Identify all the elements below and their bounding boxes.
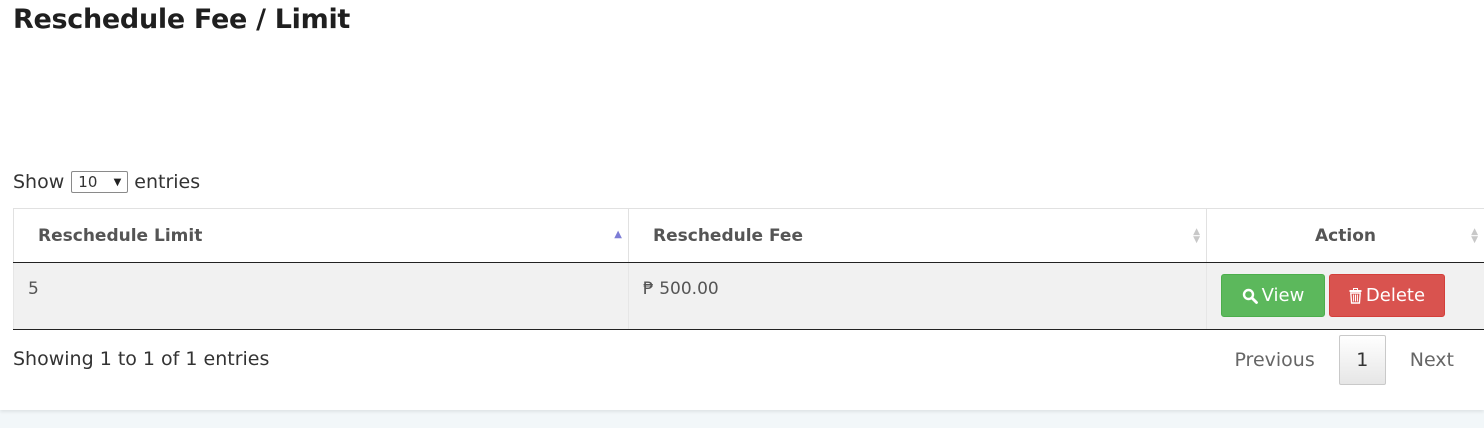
- pagination: Previous 1 Next: [1218, 335, 1470, 385]
- column-header-action[interactable]: Action ▲ ▼: [1206, 208, 1484, 263]
- entries-select-value: 10: [78, 173, 98, 191]
- reschedule-fee-value: ₱ 500.00: [643, 279, 719, 299]
- cell-action: View Delete: [1206, 262, 1484, 330]
- show-label: Show: [13, 171, 65, 193]
- table-info: Showing 1 to 1 of 1 entries: [13, 348, 270, 370]
- pagination-page-1[interactable]: 1: [1338, 335, 1386, 385]
- sort-both-icon: ▲ ▼: [1193, 226, 1200, 245]
- entries-length-control: Show 10 ▼ entries: [13, 171, 200, 193]
- table-row: 5 ₱ 500.00 View Delete: [13, 262, 1484, 330]
- entries-select[interactable]: 10 ▼: [71, 171, 129, 193]
- action-buttons: View Delete: [1221, 263, 1470, 317]
- cell-reschedule-limit: 5: [13, 262, 629, 330]
- pagination-next[interactable]: Next: [1394, 349, 1470, 371]
- column-header-reschedule-limit[interactable]: Reschedule Limit ▲: [13, 208, 629, 263]
- sort-both-icon: ▲ ▼: [1471, 226, 1478, 245]
- delete-button[interactable]: Delete: [1329, 274, 1445, 317]
- reschedule-table: Reschedule Limit ▲ Reschedule Fee ▲ ▼ Act…: [13, 208, 1484, 330]
- trash-icon: [1349, 287, 1362, 304]
- view-button[interactable]: View: [1221, 274, 1325, 317]
- content-panel: Reschedule Fee / Limit Show 10 ▼ entries…: [0, 0, 1484, 410]
- column-header-label: Action: [1315, 225, 1376, 246]
- reschedule-limit-value: 5: [28, 279, 39, 299]
- table-header-row: Reschedule Limit ▲ Reschedule Fee ▲ ▼ Act…: [13, 208, 1484, 263]
- delete-button-label: Delete: [1365, 285, 1426, 306]
- column-header-label: Reschedule Fee: [653, 225, 803, 246]
- column-header-reschedule-fee[interactable]: Reschedule Fee ▲ ▼: [628, 208, 1207, 263]
- column-header-label: Reschedule Limit: [38, 225, 203, 246]
- pagination-previous[interactable]: Previous: [1218, 349, 1330, 371]
- chevron-down-icon: ▼: [113, 176, 122, 188]
- sort-ascending-icon: ▲: [614, 229, 622, 240]
- entries-label: entries: [134, 171, 201, 193]
- view-button-label: View: [1261, 285, 1305, 306]
- page-title: Reschedule Fee / Limit: [13, 4, 351, 35]
- cell-reschedule-fee: ₱ 500.00: [628, 262, 1207, 330]
- search-icon: [1242, 288, 1258, 304]
